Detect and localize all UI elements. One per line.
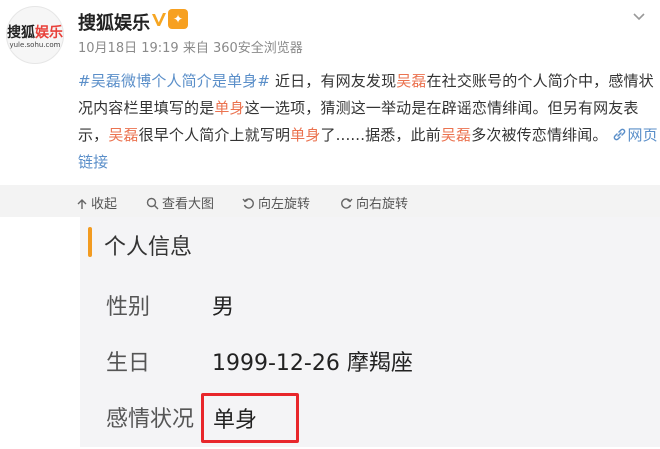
avatar-logo-part-a: 搜狐: [7, 25, 35, 41]
row-value: 男: [212, 295, 235, 320]
info-row-gender: 性别 男: [80, 281, 660, 337]
row-label: 感情状况: [106, 407, 195, 432]
card-title: 个人信息: [104, 235, 193, 260]
avatar-url: yule.sohu.com: [9, 41, 61, 49]
keyword-highlight: 吴磊: [108, 126, 139, 144]
rotate-left-label: 向左旋转: [258, 197, 311, 212]
view-large-label: 查看大图: [162, 197, 215, 212]
keyword-highlight: 吴磊: [396, 72, 427, 90]
accent-bar: [88, 227, 92, 257]
avatar[interactable]: 搜狐娱乐 yule.sohu.com: [6, 6, 64, 64]
keyword-highlight: 单身: [290, 126, 321, 144]
link-icon: [614, 128, 626, 141]
row-label: 生日: [106, 351, 151, 376]
card-header: 个人信息: [80, 217, 660, 273]
rotate-right-icon: [341, 198, 353, 209]
rotate-left-button[interactable]: 向左旋转: [242, 193, 310, 212]
row-label: 性别: [106, 295, 151, 320]
collapse-icon: [77, 199, 87, 209]
content-text: 了......据悉，此前: [320, 126, 441, 144]
weibo-post: 搜狐娱乐 yule.sohu.com 搜狐娱乐 ✦ 10月18日 19:19 来…: [0, 0, 660, 185]
profile-info-card: 个人信息 性别 男 生日 1999-12-26 摩羯座 感情状况 单身: [80, 217, 660, 447]
hashtag-link[interactable]: #吴磊微博个人简介是单身#: [78, 72, 270, 90]
avatar-logo-part-b: 娱乐: [35, 25, 63, 41]
magnify-icon: [146, 197, 159, 210]
author-name[interactable]: 搜狐娱乐: [78, 9, 150, 35]
chevron-down-icon[interactable]: [632, 10, 646, 24]
post-content: #吴磊微博个人简介是单身# 近日，有网友发现吴磊在社交账号的个人简介中，感情状况…: [78, 68, 658, 176]
content-text: 近日，有网友发现: [270, 72, 397, 90]
collapse-label: 收起: [91, 197, 118, 212]
collapse-button[interactable]: 收起: [76, 193, 117, 212]
view-large-button[interactable]: 查看大图: [146, 193, 214, 212]
info-row-birthday: 生日 1999-12-26 摩羯座: [80, 337, 660, 393]
relationship-value: 单身: [213, 408, 258, 433]
info-row-relationship: 感情状况: [80, 393, 660, 449]
keyword-highlight: 吴磊: [440, 126, 472, 144]
rotate-right-button[interactable]: 向右旋转: [340, 193, 408, 212]
row-value: 1999-12-26 摩羯座: [212, 351, 413, 376]
rotate-right-label: 向右旋转: [356, 197, 409, 212]
post-meta: 10月18日 19:19 来自 360安全浏览器: [78, 41, 303, 56]
member-badge-icon[interactable]: ✦: [168, 9, 188, 29]
rotate-left-icon: [242, 198, 254, 209]
avatar-logo: 搜狐娱乐: [7, 22, 63, 42]
content-text: 多次被传恋情绯闻。: [471, 126, 608, 144]
keyword-highlight: 单身: [214, 99, 245, 117]
content-text: 很早个人简介上就写明: [138, 126, 291, 144]
image-toolbar: 收起 查看大图 向左旋转 向右旋转: [0, 185, 660, 217]
verified-v-icon: [152, 13, 166, 26]
